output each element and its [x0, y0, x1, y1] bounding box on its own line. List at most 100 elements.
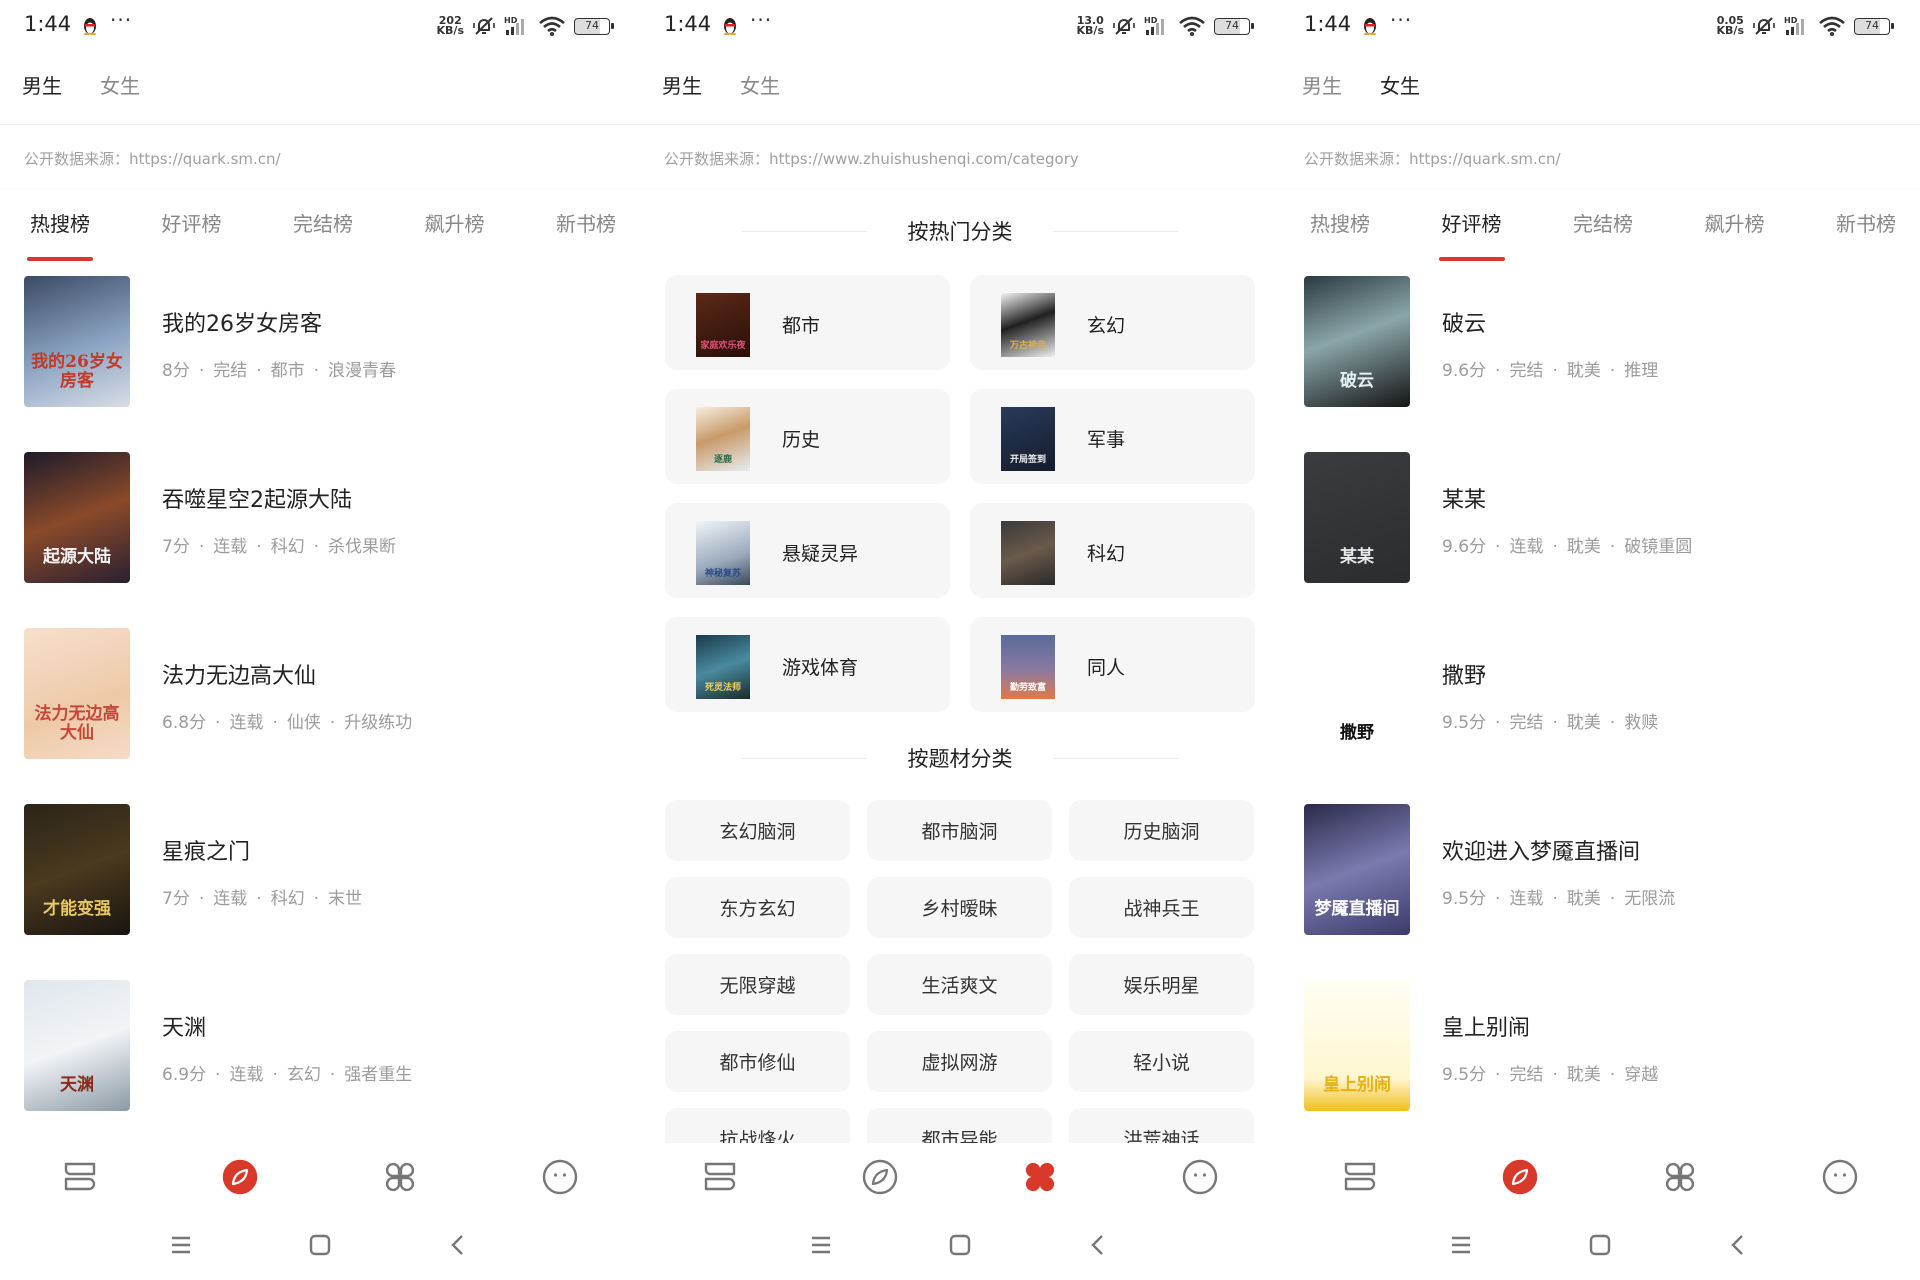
book-list-item[interactable]: 梦魇直播间 欢迎进入梦魇直播间 9.5分 · 连载 · 耽美 · 无限流	[1304, 804, 1920, 980]
book-list-item[interactable]: 皇上别闹 皇上别闹 9.5分 · 完结 · 耽美 · 穿越	[1304, 980, 1920, 1156]
book-list-item[interactable]: 某某 某某 9.6分 · 连载 · 耽美 · 破镜重圆	[1304, 452, 1920, 628]
book-cover[interactable]: 撒野	[1304, 628, 1410, 759]
book-title[interactable]: 撒野	[1442, 658, 1486, 690]
tab-rank-3[interactable]: 飙升榜	[1705, 208, 1765, 251]
book-list-item[interactable]: 才能变强 星痕之门 7分 · 连载 · 科幻 · 末世	[24, 804, 640, 980]
system-home-button[interactable]	[945, 1230, 975, 1260]
nav-bookshelf[interactable]	[1340, 1155, 1380, 1199]
theme-tag[interactable]: 战神兵王	[1069, 877, 1254, 938]
nav-category[interactable]	[1020, 1155, 1060, 1199]
book-title[interactable]: 破云	[1442, 306, 1486, 338]
tab-rank-1[interactable]: 好评榜	[1438, 208, 1505, 261]
system-menu-button[interactable]	[806, 1230, 836, 1260]
theme-tag[interactable]: 都市修仙	[665, 1031, 850, 1092]
book-cover[interactable]: 才能变强	[24, 804, 130, 935]
nav-profile[interactable]	[540, 1155, 580, 1199]
book-cover[interactable]: 天渊	[24, 980, 130, 1111]
system-home-button[interactable]	[305, 1230, 335, 1260]
book-title[interactable]: 法力无边高大仙	[162, 658, 316, 690]
book-list-item[interactable]: 天渊 天渊 6.9分 · 连载 · 玄幻 · 强者重生	[24, 980, 640, 1156]
hot-category-card[interactable]: 勤劳致富 同人	[970, 617, 1255, 712]
tab-rank-2[interactable]: 完结榜	[1573, 208, 1633, 251]
tab-female[interactable]: 女生	[100, 70, 140, 99]
tab-rank-4[interactable]: 新书榜	[1836, 208, 1896, 251]
nav-discover[interactable]	[860, 1155, 900, 1199]
system-home-button[interactable]	[1585, 1230, 1615, 1260]
theme-tag[interactable]: 虚拟网游	[867, 1031, 1052, 1092]
book-list-item[interactable]: 起源大陆 吞噬星空2起源大陆 7分 · 连载 · 科幻 · 杀伐果断	[24, 452, 640, 628]
tab-rank-3[interactable]: 飙升榜	[425, 208, 485, 251]
nav-discover[interactable]	[1500, 1155, 1540, 1199]
svg-text:HD: HD	[504, 16, 518, 25]
mute-bell-icon	[1753, 17, 1775, 35]
tab-male[interactable]: 男生	[22, 70, 62, 99]
back-chevron-icon	[1091, 1235, 1103, 1255]
book-cover[interactable]: 梦魇直播间	[1304, 804, 1410, 935]
book-meta: 6.9分 · 连载 · 玄幻 · 强者重生	[162, 1060, 412, 1085]
meta-separator: ·	[313, 889, 320, 909]
tab-male[interactable]: 男生	[1302, 70, 1342, 99]
book-cover-title: 法力无边高大仙	[34, 704, 120, 743]
nav-category[interactable]	[1660, 1155, 1700, 1199]
theme-tag[interactable]: 生活爽文	[867, 954, 1052, 1015]
book-list-item[interactable]: 我的26岁女房客 我的26岁女房客 8分 · 完结 · 都市 · 浪漫青春	[24, 276, 640, 452]
book-score: 7分	[162, 889, 190, 909]
category-cover: 勤劳致富	[1001, 635, 1055, 699]
book-score: 9.6分	[1442, 361, 1487, 381]
theme-tag[interactable]: 抗战烽火	[665, 1108, 850, 1143]
book-title[interactable]: 皇上别闹	[1442, 1010, 1530, 1042]
tab-rank-2[interactable]: 完结榜	[293, 208, 353, 251]
nav-profile[interactable]	[1820, 1155, 1860, 1199]
category-cover-title: 死灵法师	[704, 683, 741, 693]
nav-bookshelf[interactable]	[60, 1155, 100, 1199]
tab-female[interactable]: 女生	[1380, 70, 1420, 99]
book-title[interactable]: 吞噬星空2起源大陆	[162, 482, 352, 514]
book-list-item[interactable]: 撒野 撒野 9.5分 · 完结 · 耽美 · 救赎	[1304, 628, 1920, 804]
system-back-button[interactable]	[1083, 1230, 1113, 1260]
book-list-item[interactable]: 法力无边高大仙 法力无边高大仙 6.8分 · 连载 · 仙侠 · 升级练功	[24, 628, 640, 804]
theme-tag[interactable]: 都市异能	[867, 1108, 1052, 1143]
book-title[interactable]: 我的26岁女房客	[162, 306, 322, 338]
book-title[interactable]: 欢迎进入梦魇直播间	[1442, 834, 1640, 866]
nav-bookshelf[interactable]	[700, 1155, 740, 1199]
theme-tag[interactable]: 乡村暧昧	[867, 877, 1052, 938]
book-cover[interactable]: 我的26岁女房客	[24, 276, 130, 407]
tab-rank-1[interactable]: 好评榜	[162, 208, 222, 251]
theme-tag[interactable]: 玄幻脑洞	[665, 800, 850, 861]
book-cover[interactable]: 起源大陆	[24, 452, 130, 583]
hot-category-card[interactable]: 死灵法师 游戏体育	[665, 617, 950, 712]
book-title[interactable]: 天渊	[162, 1010, 206, 1042]
tab-rank-0[interactable]: 热搜榜	[1310, 208, 1370, 251]
book-cover[interactable]: 某某	[1304, 452, 1410, 583]
hot-category-card[interactable]: 逐鹿 历史	[665, 389, 950, 484]
book-cover[interactable]: 破云	[1304, 276, 1410, 407]
system-back-button[interactable]	[443, 1230, 473, 1260]
theme-tag[interactable]: 都市脑洞	[867, 800, 1052, 861]
nav-discover[interactable]	[220, 1155, 260, 1199]
theme-tag[interactable]: 无限穿越	[665, 954, 850, 1015]
theme-tag[interactable]: 历史脑洞	[1069, 800, 1254, 861]
book-title[interactable]: 某某	[1442, 482, 1486, 514]
nav-profile[interactable]	[1180, 1155, 1220, 1199]
system-back-button[interactable]	[1723, 1230, 1753, 1260]
theme-tag[interactable]: 轻小说	[1069, 1031, 1254, 1092]
category-scroll-area[interactable]: 按热门分类 家庭欢乐夜 都市 万古神帝 玄幻 逐鹿 历史 开局签到 军事 神秘复苏 悬疑灵异 科幻 死灵…	[640, 0, 1280, 1143]
book-score: 9.6分	[1442, 537, 1487, 557]
system-menu-button[interactable]	[166, 1230, 196, 1260]
hot-category-card[interactable]: 神秘复苏 悬疑灵异	[665, 503, 950, 598]
book-list-item[interactable]: 破云 破云 9.6分 · 完结 · 耽美 · 推理	[1304, 276, 1920, 452]
hot-category-card[interactable]: 科幻	[970, 503, 1255, 598]
theme-tag[interactable]: 洪荒神话	[1069, 1108, 1254, 1143]
book-title[interactable]: 星痕之门	[162, 834, 250, 866]
book-cover[interactable]: 法力无边高大仙	[24, 628, 130, 759]
theme-tag[interactable]: 娱乐明星	[1069, 954, 1254, 1015]
tab-rank-0[interactable]: 热搜榜	[27, 208, 93, 261]
tab-rank-4[interactable]: 新书榜	[556, 208, 616, 251]
theme-tag[interactable]: 东方玄幻	[665, 877, 850, 938]
hot-category-card[interactable]: 开局签到 军事	[970, 389, 1255, 484]
hot-category-card[interactable]: 家庭欢乐夜 都市	[665, 275, 950, 370]
system-menu-button[interactable]	[1446, 1230, 1476, 1260]
hot-category-card[interactable]: 万古神帝 玄幻	[970, 275, 1255, 370]
nav-category[interactable]	[380, 1155, 420, 1199]
book-cover[interactable]: 皇上别闹	[1304, 980, 1410, 1111]
